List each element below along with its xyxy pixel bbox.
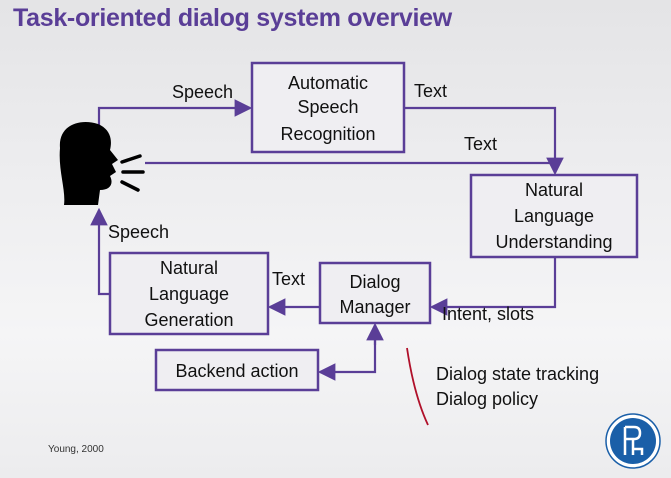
- dm-box: Dialog Manager: [318, 261, 432, 325]
- label-dm-text: Text: [272, 269, 305, 289]
- asr-label-1: Automatic: [288, 73, 368, 93]
- edge-head-to-asr: [97, 99, 253, 140]
- backend-box: Backend action: [154, 348, 320, 392]
- edge-nlu-to-dm: [429, 257, 557, 316]
- nlg-label-2: Language: [149, 284, 229, 304]
- nlg-box: Natural Language Generation: [108, 251, 270, 336]
- nlg-label-3: Generation: [144, 310, 233, 330]
- nlu-label-3: Understanding: [495, 232, 612, 252]
- university-logo: [605, 413, 661, 469]
- asr-label-2: Speech: [297, 97, 358, 117]
- speaking-head-icon: [59, 121, 145, 205]
- label-speech-in: Speech: [172, 82, 233, 102]
- edge-dm-to-backend: [317, 340, 377, 381]
- label-asr-text: Text: [414, 81, 447, 101]
- label-text-nlu: Text: [464, 134, 497, 154]
- nlu-label-2: Language: [514, 206, 594, 226]
- note-line: [406, 347, 429, 426]
- note-policy: Dialog policy: [436, 389, 538, 409]
- asr-box: Automatic Speech Recognition: [250, 61, 406, 154]
- asr-label-3: Recognition: [280, 124, 375, 144]
- label-intent-slots: Intent, slots: [442, 304, 534, 324]
- nlg-label-1: Natural: [160, 258, 218, 278]
- dm-label-2: Manager: [339, 297, 410, 317]
- note-state-tracking: Dialog state tracking: [436, 364, 599, 384]
- backend-label: Backend action: [175, 361, 298, 381]
- nlu-box: Natural Language Understanding: [469, 173, 639, 259]
- nlu-label-1: Natural: [525, 180, 583, 200]
- diagram: Automatic Speech Recognition Natural Lan…: [48, 61, 661, 469]
- dm-label-1: Dialog: [349, 272, 400, 292]
- label-speech-out: Speech: [108, 222, 169, 242]
- citation: Young, 2000: [48, 444, 104, 455]
